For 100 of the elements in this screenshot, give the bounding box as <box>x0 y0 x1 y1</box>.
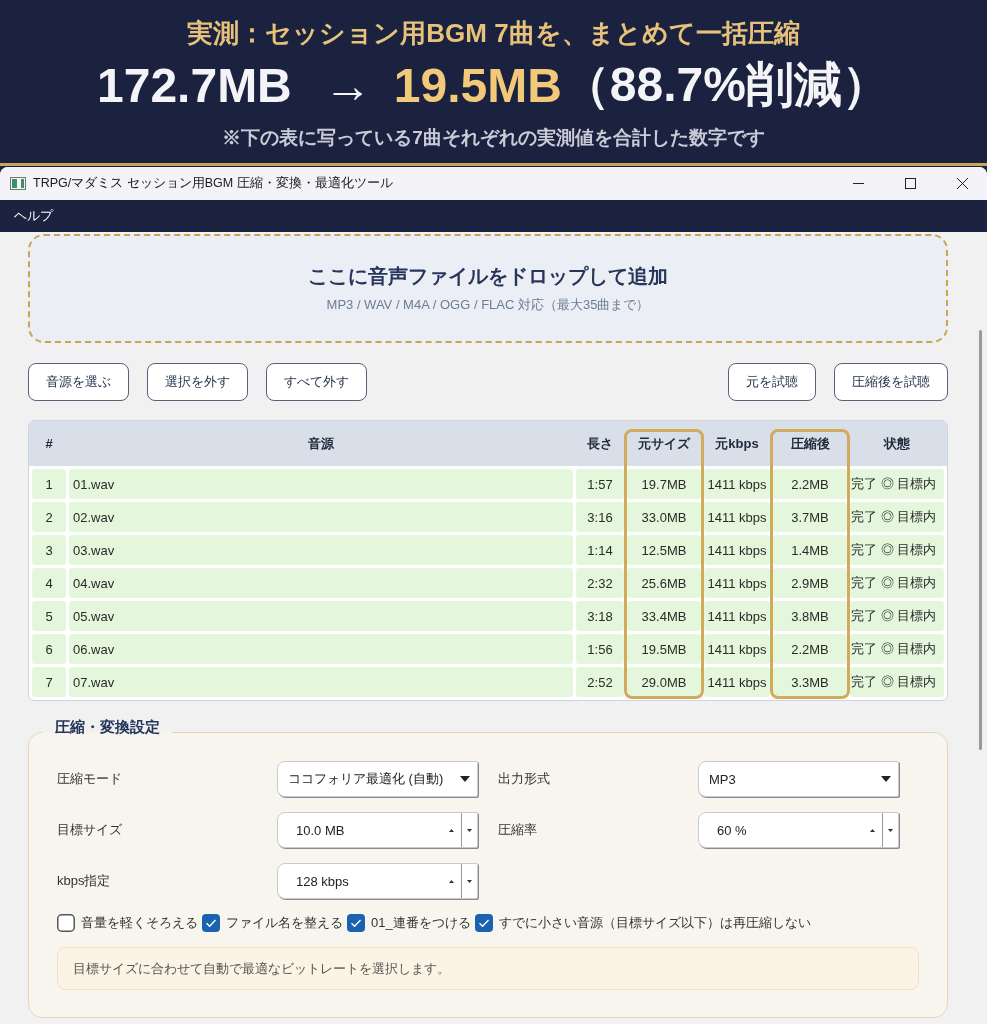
field-label: 圧縮モード <box>57 770 122 788</box>
table-cell: 完了 ◎ 目標内 <box>850 667 944 697</box>
checkbox-label[interactable]: すでに小さい音源（目標サイズ以下）は再圧縮しない <box>498 914 811 932</box>
up-triangle-icon <box>448 879 454 883</box>
table-cell: 25.6MB <box>627 568 701 598</box>
scrollbar-thumb[interactable] <box>979 330 982 750</box>
spinbox[interactable]: 10.0 MB <box>277 812 478 848</box>
table-cell: 2.9MB <box>773 568 847 598</box>
banner-note: ※下の表に写っている7曲それぞれの実測値を合計した数字です <box>222 126 765 150</box>
toolbar-button[interactable]: 音源を選ぶ <box>28 363 129 401</box>
spinbox[interactable]: 128 kbps <box>277 863 478 899</box>
toolbar-button[interactable]: 選択を外す <box>147 363 248 401</box>
maximize-icon <box>904 178 916 189</box>
checkbox-label[interactable]: 音量を軽くそろえる <box>81 914 198 932</box>
table-cell: 3.8MB <box>773 601 847 631</box>
field-label: 目標サイズ <box>57 821 122 839</box>
window-title: TRPG/マダミス セッション用BGM 圧縮・変換・最適化ツール <box>33 175 393 192</box>
checkbox-label[interactable]: 01_連番をつける <box>371 914 471 932</box>
table-cell: 02.wav <box>69 502 573 532</box>
table-cell: 1411 kbps <box>704 601 770 631</box>
compressed-size-total: 19.5MB <box>393 57 562 113</box>
column-header: 圧縮後 <box>790 434 830 453</box>
table-cell: 3.3MB <box>773 667 847 697</box>
table-cell: 1:56 <box>576 634 624 664</box>
field-label: kbps指定 <box>57 872 111 890</box>
drop-zone-subtitle: MP3 / WAV / M4A / OGG / FLAC 対応（最大35曲まで） <box>326 296 650 314</box>
table-cell: 1411 kbps <box>704 535 770 565</box>
preview-button[interactable]: 圧縮後を試聴 <box>834 363 948 401</box>
up-triangle-icon <box>448 828 454 832</box>
table-cell: 3.7MB <box>773 502 847 532</box>
settings-title: 圧縮・変換設定 <box>54 717 161 737</box>
column-header: 元kbps <box>715 434 759 453</box>
table-cell: 5 <box>32 601 66 631</box>
table-cell: 2.2MB <box>773 469 847 499</box>
banner-title: 実測：セッション用BGM 7曲を、まとめて一括圧縮 <box>187 17 800 49</box>
checkbox[interactable] <box>347 914 365 932</box>
table-cell: 完了 ◎ 目標内 <box>850 634 944 664</box>
field-label: 圧縮率 <box>498 821 537 839</box>
table-cell: 07.wav <box>69 667 573 697</box>
table-cell: 1.4MB <box>773 535 847 565</box>
reduction-rate: （88.7%削減） <box>561 57 890 113</box>
caret-icon <box>460 776 470 782</box>
column-header: 長さ <box>587 434 613 453</box>
table-cell: 1411 kbps <box>704 667 770 697</box>
table-cell: 19.5MB <box>627 634 701 664</box>
table-cell: 2:52 <box>576 667 624 697</box>
drop-zone-title: ここに音声ファイルをドロップして追加 <box>308 264 668 289</box>
table-cell: 1411 kbps <box>704 469 770 499</box>
checkbox[interactable] <box>57 914 75 932</box>
table-cell: 04.wav <box>69 568 573 598</box>
dropdown[interactable]: MP3 <box>698 761 899 797</box>
table-cell: 33.4MB <box>627 601 701 631</box>
down-triangle-icon <box>888 828 893 832</box>
drop-zone[interactable]: ここに音声ファイルをドロップして追加 MP3 / WAV / M4A / OGG / FLAC 対応（最大35曲まで） <box>28 234 948 343</box>
down-triangle-icon <box>467 828 472 832</box>
original-size-total: 172.7MB <box>97 57 292 113</box>
table-cell: 完了 ◎ 目標内 <box>850 502 944 532</box>
table-cell: 2:32 <box>576 568 624 598</box>
column-header: 元サイズ <box>638 434 690 453</box>
table-cell: 3:16 <box>576 502 624 532</box>
table-cell: 3 <box>32 535 66 565</box>
column-header: 音源 <box>308 434 334 453</box>
table-cell: 2.2MB <box>773 634 847 664</box>
down-triangle-icon <box>467 879 472 883</box>
field-label: 出力形式 <box>498 770 550 788</box>
table-cell: 05.wav <box>69 601 573 631</box>
checkbox[interactable] <box>474 914 493 932</box>
close-icon <box>956 178 968 189</box>
column-header: 状態 <box>884 434 910 453</box>
table-cell: 03.wav <box>69 535 573 565</box>
table-cell: 4 <box>32 568 66 598</box>
app-icon <box>10 177 26 190</box>
table-cell: 19.7MB <box>627 469 701 499</box>
table-cell: 6 <box>32 634 66 664</box>
table-cell: 完了 ◎ 目標内 <box>850 601 944 631</box>
menu-item[interactable]: ヘルプ <box>14 205 53 227</box>
checkbox[interactable] <box>202 914 220 932</box>
column-header: # <box>45 434 53 453</box>
caret-icon <box>881 776 891 782</box>
table-cell: 1411 kbps <box>704 568 770 598</box>
table-cell: 7 <box>32 667 66 697</box>
table-cell: 1:14 <box>576 535 624 565</box>
table-cell: 29.0MB <box>627 667 701 697</box>
table-cell: 12.5MB <box>627 535 701 565</box>
table-cell: 1411 kbps <box>704 502 770 532</box>
info-message: 目標サイズに合わせて自動で最適なビットレートを選択します。 <box>57 947 919 990</box>
preview-button[interactable]: 元を試聴 <box>728 363 816 401</box>
arrow-symbol: → <box>323 57 372 113</box>
toolbar-button[interactable]: すべて外す <box>266 363 367 401</box>
table-cell: 1411 kbps <box>704 634 770 664</box>
table-cell: 33.0MB <box>627 502 701 532</box>
table-cell: 06.wav <box>69 634 573 664</box>
table-cell: 完了 ◎ 目標内 <box>850 535 944 565</box>
spinbox[interactable]: 60 % <box>698 812 899 848</box>
table-cell: 3:18 <box>576 601 624 631</box>
table-cell: 2 <box>32 502 66 532</box>
table-cell: 1 <box>32 469 66 499</box>
table-cell: 完了 ◎ 目標内 <box>850 568 944 598</box>
checkbox-label[interactable]: ファイル名を整える <box>226 914 343 932</box>
dropdown[interactable]: ココフォリア最適化 (自動) <box>277 761 478 797</box>
